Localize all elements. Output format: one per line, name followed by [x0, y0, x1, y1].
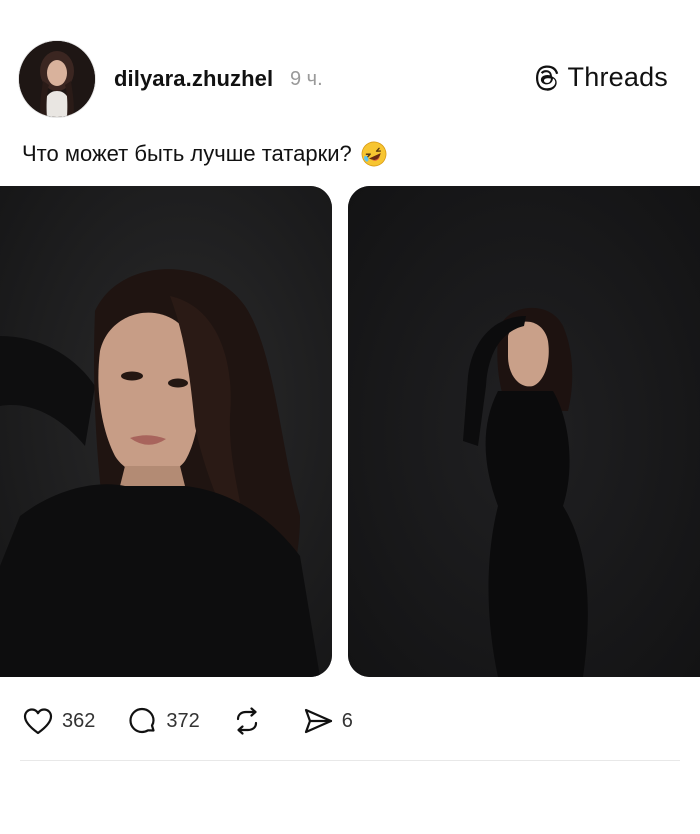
comment-icon	[129, 707, 155, 734]
share-button[interactable]: 6	[301, 704, 353, 738]
like-button[interactable]: 362	[21, 704, 95, 738]
avatar[interactable]	[19, 41, 95, 117]
heart-icon	[23, 708, 53, 735]
post-header: dilyara.zhuzhel 9 ч. Threads	[0, 0, 700, 130]
post-time: 9 ч.	[290, 68, 323, 90]
comment-count: 372	[166, 709, 200, 732]
post-photo-2[interactable]	[348, 186, 700, 677]
avatar-image	[19, 41, 95, 117]
threads-brand[interactable]: Threads	[532, 62, 668, 93]
post-actions: 362 372 6	[21, 701, 383, 741]
repost-button[interactable]	[230, 704, 271, 738]
comment-button[interactable]: 372	[125, 704, 200, 738]
rolling-laughing-emoji-icon	[361, 141, 387, 167]
post-caption: Что может быть лучше татарки?	[22, 140, 388, 168]
post-photo-1[interactable]	[0, 186, 332, 677]
threads-brand-name: Threads	[567, 62, 668, 92]
threads-logo-icon	[535, 65, 558, 91]
send-icon	[304, 708, 332, 734]
photo-full-body	[348, 186, 700, 677]
post-divider	[20, 760, 680, 761]
caption-text: Что может быть лучше татарки?	[22, 141, 352, 166]
repost-icon	[236, 707, 257, 735]
like-count: 362	[62, 709, 96, 732]
username-link[interactable]: dilyara.zhuzhel	[114, 66, 273, 92]
share-count: 6	[341, 709, 353, 732]
photo-portrait-closeup	[0, 186, 332, 677]
